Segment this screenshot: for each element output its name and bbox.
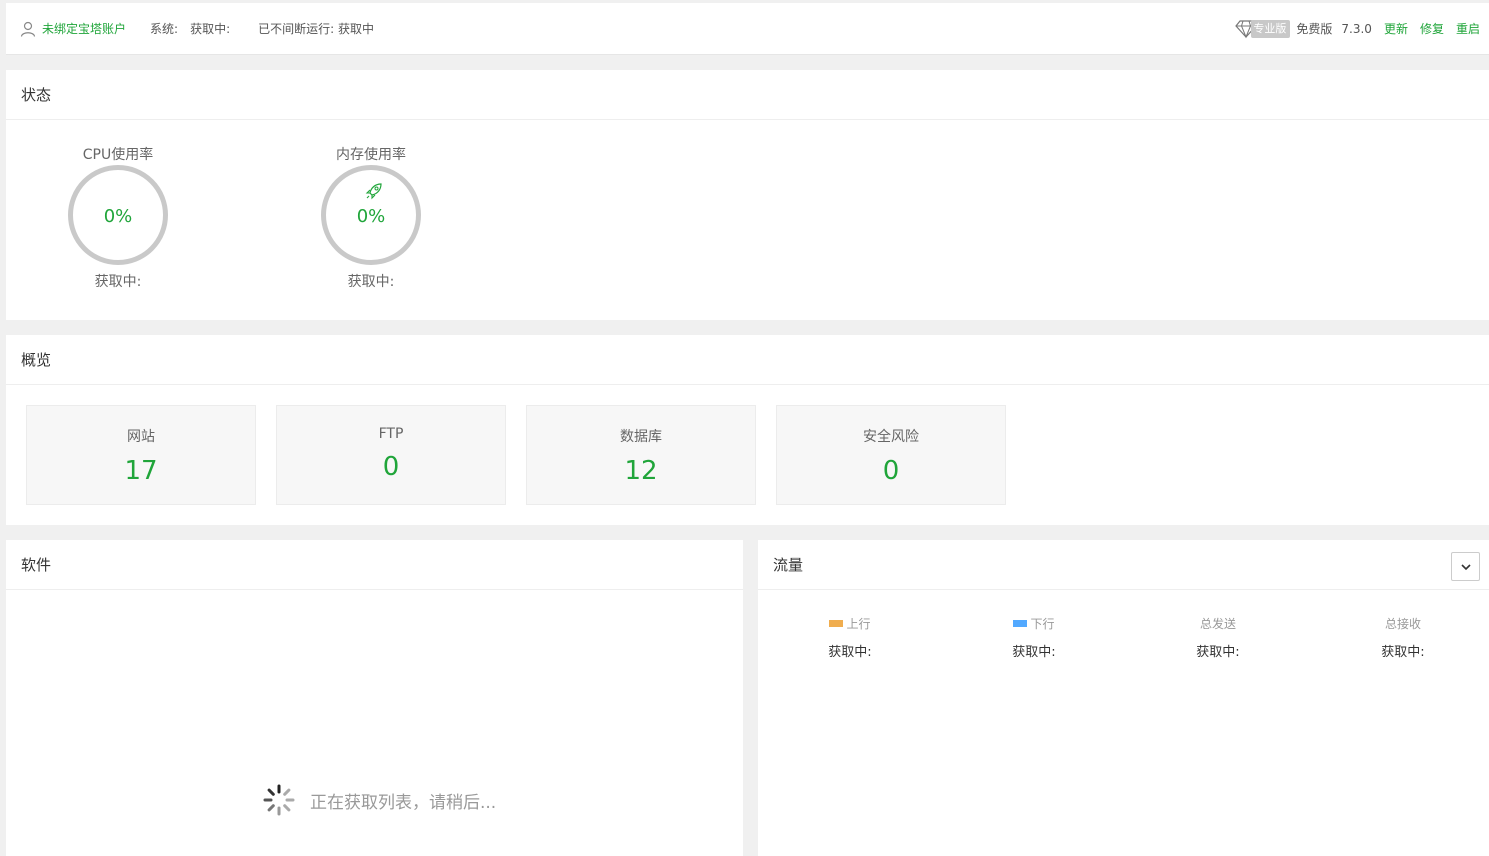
pro-edition-badge[interactable]: 专业版 <box>1235 19 1291 39</box>
topbar-actions: 专业版 免费版 7.3.0 更新 修复 重启 <box>1235 19 1480 39</box>
traffic-stat-upload: 上行 获取中: <box>790 615 910 661</box>
system-value: 获取中: <box>190 22 231 36</box>
overview-card-security-risk[interactable]: 安全风险 0 <box>776 405 1006 505</box>
version-label: 7.3.0 <box>1341 21 1372 36</box>
status-panel: 状态 CPU使用率 0% 获取中: 内存使用率 0% 获取中: <box>6 70 1489 320</box>
chevron-down-icon <box>1460 563 1471 570</box>
loading-text: 正在获取列表，请稍后... <box>310 792 497 813</box>
traffic-stat-label: 总发送 <box>1199 616 1236 631</box>
traffic-stat-label: 总接收 <box>1384 616 1421 631</box>
software-title: 软件 <box>6 540 743 590</box>
user-icon <box>20 21 36 37</box>
traffic-title: 流量 <box>758 540 1489 590</box>
overview-card-websites[interactable]: 网站 17 <box>26 405 256 505</box>
traffic-stat-label: 上行 <box>846 616 871 631</box>
overview-card-ftp[interactable]: FTP 0 <box>276 405 506 505</box>
cpu-gauge: CPU使用率 0% 获取中: <box>53 145 183 291</box>
traffic-stat-label: 下行 <box>1030 616 1055 631</box>
traffic-panel: 流量 上行 获取中: 下行 获取中: 总发送 获取中: 总接收 获取中: <box>758 540 1489 856</box>
status-title: 状态 <box>6 70 1489 120</box>
bind-account-link[interactable]: 未绑定宝塔账户 <box>20 20 126 37</box>
overview-card-value: 12 <box>624 456 658 486</box>
overview-card-label: 数据库 <box>620 429 662 445</box>
network-interface-select[interactable] <box>1451 552 1480 581</box>
overview-card-label: 网站 <box>127 429 155 445</box>
restart-link[interactable]: 重启 <box>1456 20 1480 37</box>
overview-card-value: 17 <box>124 456 158 486</box>
overview-card-databases[interactable]: 数据库 12 <box>526 405 756 505</box>
software-panel: 软件 正在获取列表，请稍后... <box>6 540 743 856</box>
repair-link[interactable]: 修复 <box>1420 20 1444 37</box>
traffic-stat-value: 获取中: <box>828 645 872 660</box>
overview-card-label: 安全风险 <box>863 429 919 445</box>
edition-label: 免费版 <box>1296 22 1333 36</box>
cpu-gauge-title: CPU使用率 <box>82 147 154 163</box>
overview-panel: 概览 网站 17 FTP 0 数据库 12 安全风险 0 <box>6 335 1489 525</box>
system-label: 系统: <box>150 22 179 36</box>
uptime-text: 已不间断运行: 获取中 <box>258 22 374 36</box>
rocket-icon[interactable] <box>365 182 383 200</box>
memory-gauge: 内存使用率 0% 获取中: <box>306 145 436 291</box>
traffic-stat-total-received: 总接收 获取中: <box>1343 615 1463 661</box>
memory-gauge-footer: 获取中: <box>347 274 395 290</box>
traffic-stat-value: 获取中: <box>1196 645 1240 660</box>
cpu-gauge-footer: 获取中: <box>94 274 142 290</box>
account-label: 未绑定宝塔账户 <box>42 22 127 36</box>
overview-card-label: FTP <box>378 426 404 442</box>
traffic-stat-total-sent: 总发送 获取中: <box>1158 615 1278 661</box>
download-legend-swatch <box>1013 619 1028 627</box>
cpu-gauge-ring[interactable]: 0% <box>68 165 168 265</box>
memory-gauge-ring[interactable]: 0% <box>321 165 421 265</box>
update-link[interactable]: 更新 <box>1384 20 1408 37</box>
overview-card-value: 0 <box>882 456 900 486</box>
traffic-stat-download: 下行 获取中: <box>974 615 1094 661</box>
cpu-gauge-value: 0% <box>103 206 133 227</box>
software-loading: 正在获取列表，请稍后... <box>262 783 496 817</box>
traffic-stat-value: 获取中: <box>1381 645 1425 660</box>
overview-card-value: 0 <box>382 452 400 482</box>
overview-title: 概览 <box>6 335 1489 385</box>
memory-gauge-value: 0% <box>356 206 386 227</box>
traffic-stat-value: 获取中: <box>1012 645 1056 660</box>
upload-legend-swatch <box>829 619 844 627</box>
top-bar: 未绑定宝塔账户 系统: 获取中: 已不间断运行: 获取中 专业版 免费版 7.3… <box>6 3 1489 55</box>
loading-spinner-icon <box>263 784 295 816</box>
pro-label: 专业版 <box>1251 19 1291 38</box>
memory-gauge-title: 内存使用率 <box>336 147 406 163</box>
